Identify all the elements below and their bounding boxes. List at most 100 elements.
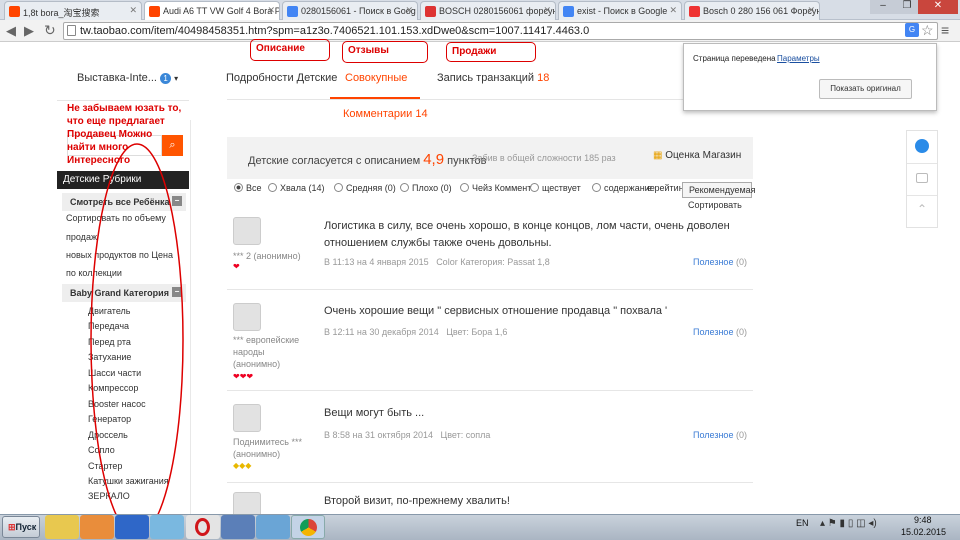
close-tab-icon[interactable]: ✕ <box>807 5 815 16</box>
tabs-divider <box>227 99 753 100</box>
divider <box>57 100 189 101</box>
review-divider <box>227 390 753 391</box>
tab-transactions[interactable]: Запись транзакций 18 <box>437 72 549 84</box>
annotation-reviews: Отзывы <box>342 41 428 63</box>
review-filters: Все Хвала (14) Средняя (0) Плохо (0) Чей… <box>227 183 753 199</box>
minimize-button[interactable]: ‒ <box>870 0 896 14</box>
monitor-icon[interactable] <box>221 515 255 539</box>
filter-all[interactable]: Все <box>234 183 262 193</box>
show-original-button[interactable]: Показать оригинал <box>819 79 912 99</box>
start-button[interactable]: ⊞Пуск <box>2 516 40 538</box>
taobao-favicon <box>9 6 20 17</box>
filter-whose[interactable]: Чейз Коммент <box>460 183 531 193</box>
filter-medium[interactable]: Средняя (0) <box>334 183 396 193</box>
close-tab-icon[interactable]: ✕ <box>267 5 275 16</box>
review-text: Вещи могут быть ... <box>324 407 425 419</box>
rating-summary: Детские согласуется с описанием 4,9 пунк… <box>227 137 753 179</box>
review-item: Поднимитесь *** (анонимно) ◆◆◆ Вещи могу… <box>227 392 753 483</box>
shop-dropdown[interactable]: Выставка-Inte... 1 ▾ <box>57 64 189 94</box>
heart-icon: ❤❤❤ <box>233 372 254 381</box>
star-icon[interactable]: ☆ <box>921 22 934 39</box>
review-user: *** европейские народы (анонимно) <box>233 335 300 369</box>
review-text: Очень хорошие вещи " сервисных отношение… <box>324 305 668 317</box>
shop-badge: 1 <box>160 73 172 84</box>
taobao-favicon <box>149 6 160 17</box>
browser-tab-3[interactable]: BOSCH 0280156061 форсун ✕ <box>420 1 556 20</box>
chrome-icon[interactable] <box>291 515 325 539</box>
close-tab-icon[interactable]: ✕ <box>405 5 413 16</box>
google-favicon <box>287 6 298 17</box>
useful-button[interactable]: Полезное (0) <box>693 257 747 267</box>
useful-button[interactable]: Полезное (0) <box>693 327 747 337</box>
browser-tab-1[interactable]: Audi A6 TT VW Golf 4 Bora P ✕ <box>144 1 280 21</box>
browser-tab-4[interactable]: exist - Поиск в Google ✕ <box>558 1 682 20</box>
filter-bad[interactable]: Плохо (0) <box>400 183 452 193</box>
review-text: Второй визит, по-прежнему хвалить! <box>324 495 510 507</box>
close-tab-icon[interactable]: ✕ <box>129 5 137 16</box>
language-indicator[interactable]: EN <box>796 518 809 528</box>
review-item: Второй визит, по-прежнему хвалить! <box>227 484 753 520</box>
review-meta: В 8:58 на 31 октября 2014 Цвет: сопла <box>324 430 491 440</box>
filter-praise[interactable]: Хвала (14) <box>268 183 324 193</box>
annotation-ellipse <box>90 143 184 537</box>
column-divider <box>190 120 191 514</box>
chat-icon[interactable] <box>915 139 929 153</box>
review-item: *** европейские народы (анонимно) ❤❤❤ Оч… <box>227 290 753 391</box>
media-player-icon[interactable] <box>80 515 114 539</box>
browser-tab-0[interactable]: 1,8t bora_淘宝搜索 ✕ <box>4 1 142 20</box>
avatar <box>233 217 261 245</box>
opera-icon[interactable] <box>186 515 220 539</box>
review-user: *** 2 (анонимно) <box>233 251 301 261</box>
chevron-up-icon[interactable]: ⌃ <box>917 202 927 216</box>
translate-options-link[interactable]: Параметры <box>777 54 820 63</box>
browser-tab-2[interactable]: 0280156061 - Поиск в Goog ✕ <box>282 1 418 20</box>
total-ratings: Забив в общей сложности 185 раз <box>472 153 616 163</box>
review-meta: В 11:13 на 4 января 2015 Color Категория… <box>324 257 550 267</box>
avatar <box>233 404 261 432</box>
clock-time: 9:48 <box>914 515 932 525</box>
message-icon[interactable] <box>916 173 928 183</box>
review-text: Логистика в силу, все очень хорошо, в ко… <box>324 220 730 249</box>
sort-select[interactable]: Рекомендуемая <box>682 182 756 198</box>
back-icon[interactable]: ◀ <box>6 23 16 39</box>
calendar-icon: ▦ <box>653 150 663 161</box>
close-tab-icon[interactable]: ✕ <box>543 5 551 16</box>
avatar <box>233 303 261 331</box>
review-meta: В 12:11 на 30 декабря 2014 Цвет: Бора 1,… <box>324 327 508 337</box>
app-icon[interactable] <box>150 515 184 539</box>
sort-label: Сортировать <box>688 200 742 210</box>
annotation-sales: Продажи <box>446 42 536 62</box>
close-window-button[interactable]: ✕ <box>918 0 958 14</box>
useful-button[interactable]: Полезное (0) <box>693 430 747 440</box>
close-tab-icon[interactable]: ✕ <box>669 5 677 16</box>
shop-rating-link[interactable]: ▦ Оценка Магазин <box>653 150 741 161</box>
rating-text: Детские согласуется с описанием 4,9 пунк… <box>248 151 487 168</box>
tab-details[interactable]: Подробности Детские <box>226 72 337 84</box>
filter-exists[interactable]: ществует <box>530 183 581 193</box>
heart-icon: ❤ <box>233 262 240 271</box>
explorer-icon[interactable] <box>45 515 79 539</box>
forward-icon[interactable]: ▶ <box>24 23 34 39</box>
translate-icon[interactable]: G <box>905 23 919 37</box>
translate-message: Страница переведена <box>693 54 776 63</box>
translate-popup: Страница переведена Параметры Показать о… <box>683 43 937 111</box>
tab-cumulative[interactable]: Совокупные <box>345 72 407 84</box>
page-icon <box>67 25 76 36</box>
browser-tab-5[interactable]: Bosch 0 280 156 061 Форсун ✕ <box>684 1 820 20</box>
maximize-button[interactable]: ❐ <box>896 0 918 14</box>
diamond-icon: ◆◆◆ <box>233 461 252 470</box>
clock-date: 15.02.2015 <box>901 527 947 537</box>
exist-favicon <box>689 6 700 17</box>
tray-icons[interactable]: ▴ ⚑ ▮ ▯ ◫ ◂) <box>820 518 877 529</box>
menu-icon[interactable]: ≡ <box>941 22 949 38</box>
image-viewer-icon[interactable] <box>256 515 290 539</box>
reload-icon[interactable]: ↻ <box>44 22 56 39</box>
url-field[interactable]: tw.taobao.com/item/40498458351.htm?spm=a… <box>63 22 938 40</box>
tab-comments[interactable]: Комментарии 14 <box>343 108 428 120</box>
save-icon[interactable] <box>115 515 149 539</box>
chevron-down-icon: ▾ <box>174 74 179 83</box>
filter-content[interactable]: содержание <box>592 183 655 193</box>
side-toolbar: ⌃ <box>906 130 938 228</box>
bosch-favicon <box>425 6 436 17</box>
windows-icon: ⊞ <box>8 522 16 532</box>
